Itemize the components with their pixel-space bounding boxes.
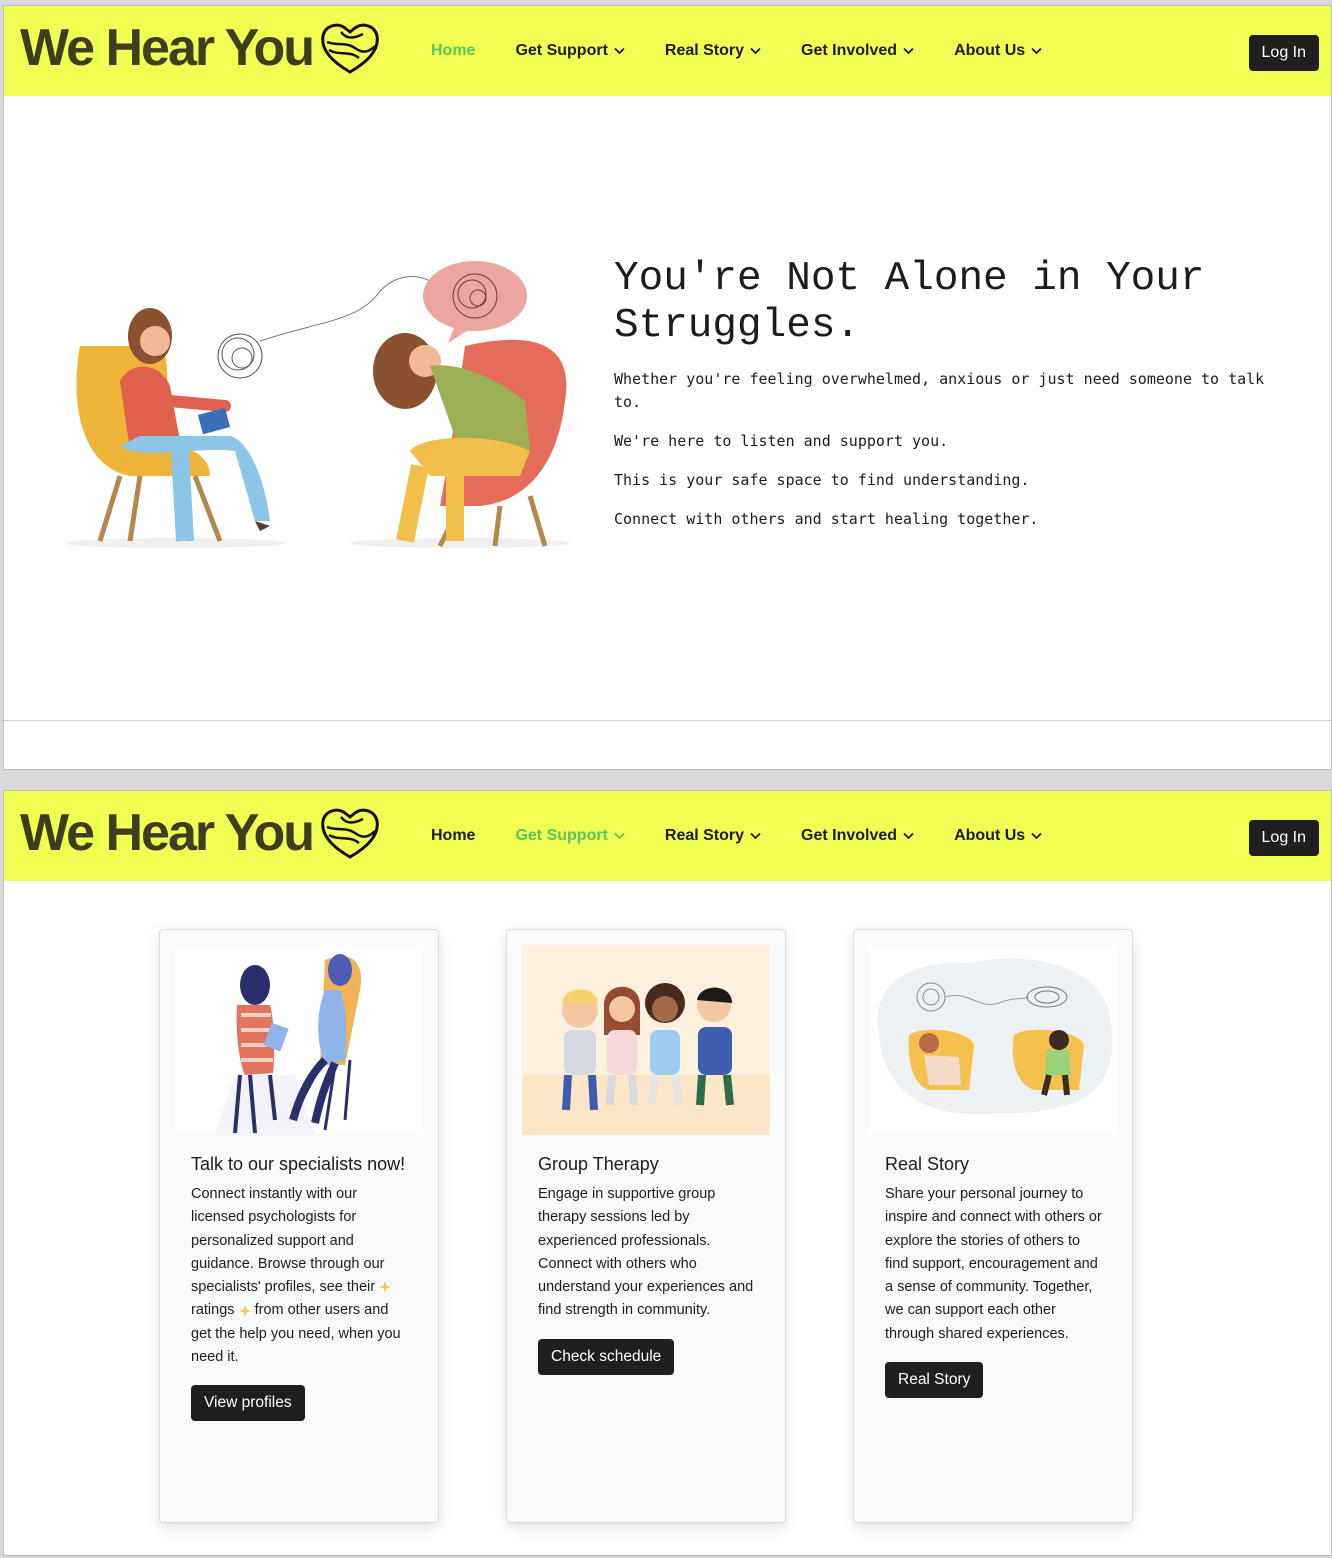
nav-get-involved-label: Get Involved xyxy=(801,827,898,844)
hero-paragraph-2: We're here to listen and support you. xyxy=(614,432,949,450)
hero-text: You're Not Alone in Your Struggles. Whet… xyxy=(614,256,1294,547)
nav-get-involved-label: Get Involved xyxy=(801,42,898,59)
brand-name: We Hear You xyxy=(20,804,315,862)
real-story-illustration xyxy=(869,945,1117,1135)
therapy-session-illustration xyxy=(65,261,570,548)
card-group-therapy: Group Therapy Engage in supportive group… xyxy=(506,929,786,1523)
check-schedule-button[interactable]: Check schedule xyxy=(538,1338,675,1375)
nav-about-us-label: About Us xyxy=(954,42,1026,59)
chevron-down-icon xyxy=(750,832,761,840)
nav-about-us[interactable]: About Us xyxy=(954,827,1042,845)
view-profiles-button[interactable]: View profiles xyxy=(191,1385,305,1422)
section-divider xyxy=(4,720,1331,721)
nav-about-us-label: About Us xyxy=(954,827,1026,844)
nav-real-story[interactable]: Real Story xyxy=(665,42,761,60)
navbar: We Hear You Home Get Support Real Story … xyxy=(4,791,1331,881)
brand-logo-link[interactable]: We Hear You xyxy=(20,20,381,76)
nav-real-story[interactable]: Real Story xyxy=(665,827,761,845)
nav-links: Home Get Support Real Story Get Involved… xyxy=(431,791,1042,881)
card-group-therapy-text: Engage in supportive group therapy sessi… xyxy=(538,1186,754,1319)
heart-hands-icon xyxy=(321,808,379,859)
card-real-story-text: Share your personal journey to inspire a… xyxy=(885,1186,1102,1342)
card-group-therapy-title: Group Therapy xyxy=(538,1154,659,1174)
specialists-illustration xyxy=(175,945,423,1135)
nav-get-support-label: Get Support xyxy=(515,42,608,59)
card-group-therapy-body: Group Therapy Engage in supportive group… xyxy=(538,1152,756,1375)
chevron-down-icon xyxy=(1031,832,1042,840)
chevron-down-icon xyxy=(1031,47,1042,55)
chevron-down-icon xyxy=(903,47,914,55)
card-specialists-title: Talk to our specialists now! xyxy=(191,1154,406,1174)
nav-about-us[interactable]: About Us xyxy=(954,42,1042,60)
chevron-down-icon xyxy=(614,47,625,55)
nav-get-involved[interactable]: Get Involved xyxy=(801,42,914,60)
get-support-screen: We Hear You Home Get Support Real Story … xyxy=(3,790,1332,1556)
chevron-down-icon xyxy=(903,832,914,840)
login-button[interactable]: Log In xyxy=(1248,820,1319,856)
card-real-story-title: Real Story xyxy=(885,1154,970,1174)
hero-paragraph-1: Whether you're feeling overwhelmed, anxi… xyxy=(614,370,1265,411)
hero-paragraph-3: This is your safe space to find understa… xyxy=(614,471,1030,489)
nav-get-support-label: Get Support xyxy=(515,827,608,844)
navbar: We Hear You Home Get Support Real Story … xyxy=(4,6,1331,96)
hero-title-line2: Struggles. xyxy=(614,303,861,349)
nav-links: Home Get Support Real Story Get Involved… xyxy=(431,6,1042,96)
brand-name: We Hear You xyxy=(20,19,315,77)
support-cards: Talk to our specialists now! Connect ins… xyxy=(159,929,1200,1523)
card-specialists-body: Talk to our specialists now! Connect ins… xyxy=(191,1152,409,1422)
nav-get-support[interactable]: Get Support xyxy=(515,42,625,60)
nav-home[interactable]: Home xyxy=(431,827,475,845)
nav-real-story-label: Real Story xyxy=(664,827,745,844)
nav-real-story-label: Real Story xyxy=(664,42,745,59)
hero-paragraph-4: Connect with others and start healing to… xyxy=(614,510,1039,528)
homepage-screen: We Hear You Home Get Support Real Story … xyxy=(3,5,1332,770)
nav-get-support[interactable]: Get Support xyxy=(515,827,625,845)
card-real-story: Real Story Share your personal journey t… xyxy=(853,929,1133,1523)
card-real-story-body: Real Story Share your personal journey t… xyxy=(885,1152,1103,1399)
card-specialists-text-part2: ratings xyxy=(191,1302,235,1319)
chevron-down-icon xyxy=(750,47,761,55)
hero-title: You're Not Alone in Your Struggles. xyxy=(614,256,1294,350)
heart-hands-icon xyxy=(321,23,379,74)
sparkle-star-icon xyxy=(238,1304,251,1317)
hero-title-line1: You're Not Alone in Your xyxy=(614,256,1205,302)
card-specialists-text-part1: Connect instantly with our licensed psyc… xyxy=(191,1186,385,1296)
sparkle-star-icon xyxy=(379,1281,392,1294)
card-specialists-text: Connect instantly with our licensed psyc… xyxy=(191,1183,409,1369)
card-specialists: Talk to our specialists now! Connect ins… xyxy=(159,929,439,1523)
nav-home[interactable]: Home xyxy=(431,42,475,60)
real-story-button[interactable]: Real Story xyxy=(885,1362,984,1399)
chevron-down-icon xyxy=(614,832,625,840)
brand-logo-link[interactable]: We Hear You xyxy=(20,805,381,861)
login-button[interactable]: Log In xyxy=(1248,35,1319,71)
group-therapy-illustration xyxy=(522,945,770,1135)
nav-get-involved[interactable]: Get Involved xyxy=(801,827,914,845)
